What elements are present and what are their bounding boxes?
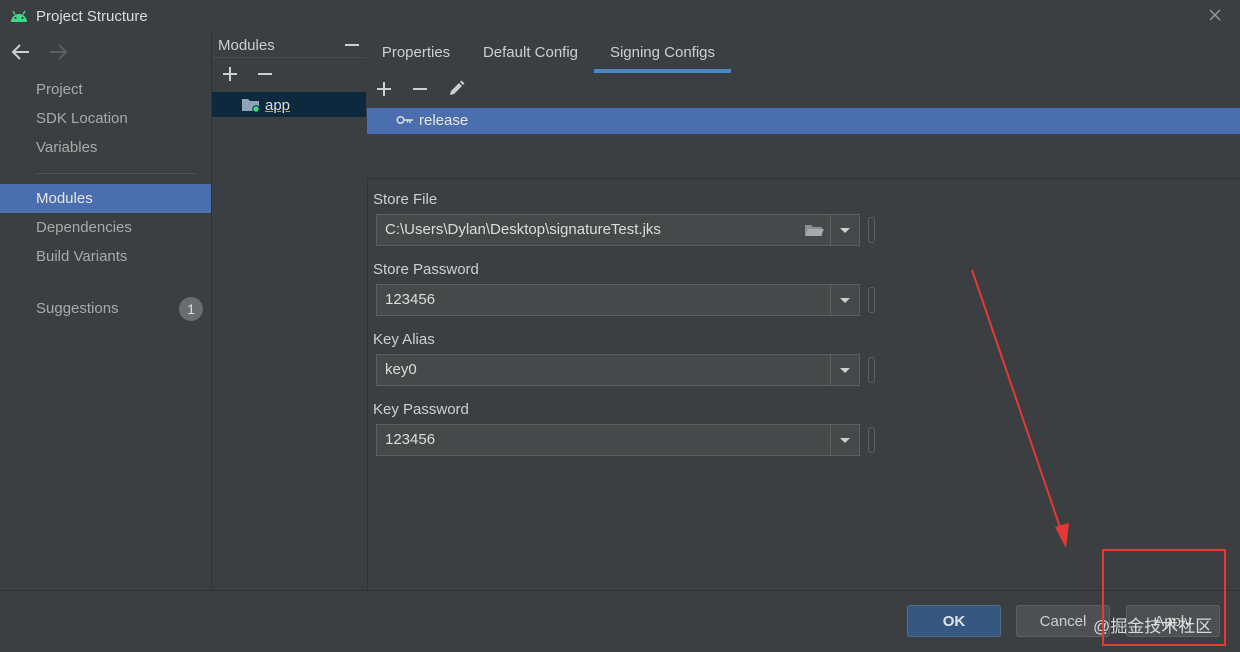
tab-properties[interactable]: Properties [373, 32, 459, 74]
modules-header: Modules [218, 37, 275, 54]
sidebar-item-modules[interactable]: Modules [0, 184, 211, 213]
tab-signing-configs[interactable]: Signing Configs [598, 32, 727, 74]
close-icon[interactable] [1204, 4, 1226, 26]
arrow-left-icon[interactable] [10, 42, 32, 62]
key-password-value: 123456 [385, 431, 436, 448]
store-password-side-handle [868, 287, 875, 313]
modules-divider [212, 57, 366, 58]
sidebar-item-build-variants[interactable]: Build Variants [0, 242, 211, 271]
sidebar-item-variables[interactable]: Variables [0, 133, 211, 162]
store-file-dropdown[interactable] [830, 215, 859, 245]
sidebar-item-sdk-location[interactable]: SDK Location [0, 104, 211, 133]
arrow-right-icon[interactable] [47, 42, 69, 62]
suggestions-count-badge: 1 [179, 297, 203, 321]
store-file-value: C:\Users\Dylan\Desktop\signatureTest.jks [385, 221, 661, 238]
chevron-down-icon [840, 298, 850, 303]
active-tab-indicator [594, 69, 731, 73]
key-alias-side-handle [868, 357, 875, 383]
key-alias-dropdown[interactable] [830, 355, 859, 385]
annotation-highlight-box [1102, 549, 1226, 646]
minus-icon[interactable] [256, 65, 274, 83]
folder-icon[interactable] [803, 221, 825, 239]
tab-default-config[interactable]: Default Config [474, 32, 587, 74]
key-alias-value: key0 [385, 361, 417, 378]
title-bar [0, 0, 1240, 32]
key-password-label: Key Password [373, 401, 469, 418]
store-file-side-handle [868, 217, 875, 243]
chevron-down-icon [840, 438, 850, 443]
key-icon [396, 114, 414, 126]
store-password-label: Store Password [373, 261, 479, 278]
annotation-arrow [960, 265, 1075, 555]
minus-icon[interactable] [411, 80, 429, 98]
store-password-field[interactable] [376, 284, 860, 316]
signing-config-list [367, 134, 1240, 177]
signing-config-item[interactable] [367, 108, 1240, 134]
sidebar-item-project[interactable]: Project [0, 75, 211, 104]
key-password-field[interactable] [376, 424, 860, 456]
key-alias-label: Key Alias [373, 331, 435, 348]
ok-button[interactable]: OK [907, 605, 1001, 637]
chevron-down-icon [840, 368, 850, 373]
store-file-label: Store File [373, 191, 438, 208]
minus-icon[interactable] [343, 36, 361, 54]
android-icon [9, 8, 29, 24]
module-folder-icon [241, 97, 261, 113]
store-password-value: 123456 [385, 291, 436, 308]
sidebar-divider [36, 173, 196, 174]
key-password-side-handle [868, 427, 875, 453]
signing-config-toolbar [367, 74, 1240, 106]
module-label: app [265, 97, 291, 114]
chevron-down-icon [840, 228, 850, 233]
signing-config-label: release [419, 112, 469, 129]
store-password-dropdown[interactable] [830, 285, 859, 315]
key-password-dropdown[interactable] [830, 425, 859, 455]
sidebar-item-dependencies[interactable]: Dependencies [0, 213, 211, 242]
plus-icon[interactable] [221, 65, 239, 83]
plus-icon[interactable] [375, 80, 393, 98]
pencil-icon[interactable] [446, 79, 466, 99]
window-title: Project Structure [36, 8, 148, 25]
key-alias-field[interactable] [376, 354, 860, 386]
